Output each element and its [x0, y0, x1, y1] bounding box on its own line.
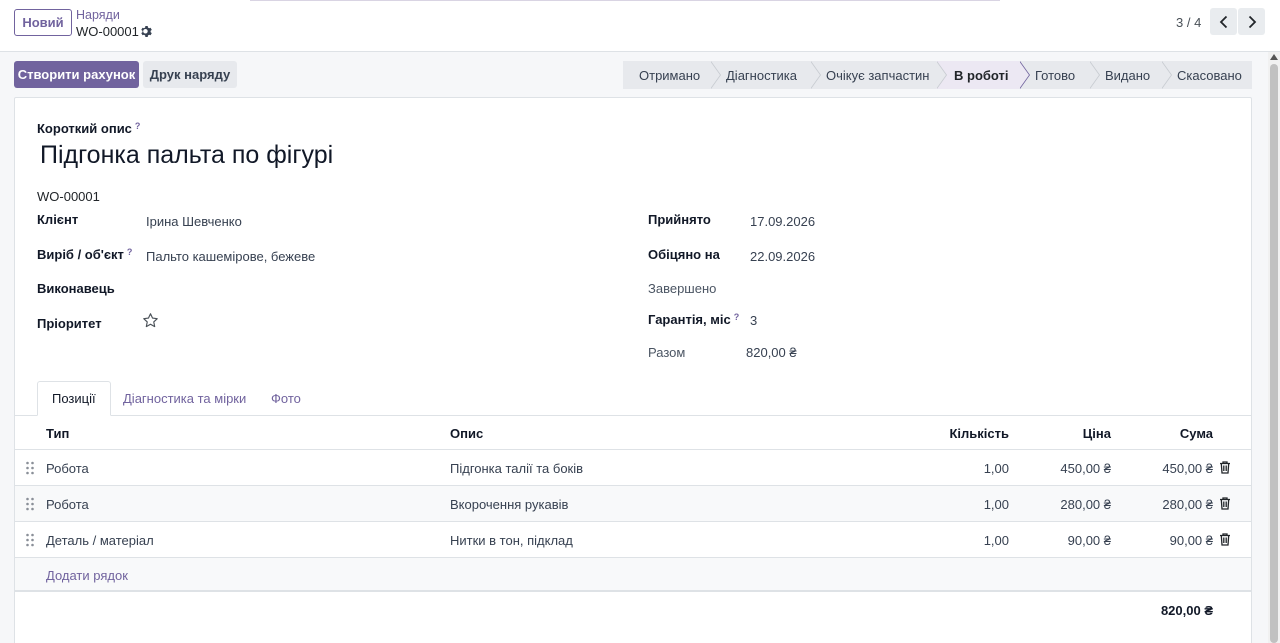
- trash-icon[interactable]: [1219, 461, 1231, 474]
- chevron-right-icon: [1248, 15, 1256, 28]
- cell-price[interactable]: 280,00 ₴: [1015, 497, 1111, 512]
- notebook-tabs: Позиції Діагностика та мірки Фото: [15, 381, 1251, 416]
- drag-handle-icon[interactable]: [25, 461, 35, 475]
- trash-icon[interactable]: [1219, 533, 1231, 546]
- warranty-field[interactable]: 3: [750, 313, 757, 328]
- completed-label: Завершено: [648, 281, 717, 296]
- order-reference: WO-00001: [37, 189, 100, 204]
- page-title[interactable]: Підгонка пальта по фігурі: [40, 141, 333, 170]
- cell-sum: 90,00 ₴: [1169, 533, 1213, 548]
- table-row[interactable]: Робота Підгонка талії та боків 1,00 450,…: [15, 450, 1251, 486]
- promised-label: Обіцяно на: [648, 247, 720, 262]
- promised-date-field[interactable]: 22.09.2026: [750, 249, 815, 264]
- cell-type[interactable]: Деталь / матеріал: [46, 533, 154, 548]
- scroll-up-icon[interactable]: [1270, 54, 1278, 60]
- item-field[interactable]: Пальто кашемірове, бежеве: [146, 249, 315, 264]
- stage-in-progress[interactable]: В роботі: [936, 61, 1030, 89]
- stage-label: Діагностика: [726, 67, 797, 83]
- client-label: Клієнт: [37, 212, 79, 227]
- cell-quantity[interactable]: 1,00: [915, 533, 1009, 548]
- loading-line: [250, 0, 1000, 1]
- column-quantity[interactable]: Кількість: [915, 426, 1009, 441]
- table-row[interactable]: Деталь / матеріал Нитки в тон, підклад 1…: [15, 522, 1251, 558]
- short-description-label: Короткий опис?: [37, 121, 141, 136]
- star-icon[interactable]: [142, 312, 159, 329]
- gear-icon[interactable]: [140, 25, 153, 38]
- create-invoice-button[interactable]: Створити рахунок: [14, 61, 139, 88]
- cell-description[interactable]: Підгонка талії та боків: [450, 461, 583, 476]
- table-row[interactable]: Робота Вкорочення рукавів 1,00 280,00 ₴ …: [15, 486, 1251, 522]
- stage-cancelled[interactable]: Скасовано: [1161, 61, 1252, 89]
- cell-type[interactable]: Робота: [46, 461, 89, 476]
- total-value: 820,00 ₴: [746, 345, 797, 360]
- add-line-link[interactable]: Додати рядок: [46, 568, 128, 583]
- tab-photos[interactable]: Фото: [271, 381, 301, 416]
- stage-label: Отримано: [639, 67, 701, 83]
- pager-value[interactable]: 3 / 4: [1176, 15, 1201, 30]
- cell-sum: 450,00 ₴: [1162, 461, 1213, 476]
- cell-description[interactable]: Нитки в тон, підклад: [450, 533, 573, 548]
- grand-total: 820,00 ₴: [1160, 603, 1213, 618]
- drag-handle-icon[interactable]: [25, 497, 35, 511]
- control-panel: Новий Наряди WO-00001 3 / 4: [0, 0, 1280, 52]
- stage-label: Скасовано: [1177, 67, 1242, 83]
- cell-quantity[interactable]: 1,00: [915, 461, 1009, 476]
- cell-price[interactable]: 90,00 ₴: [1015, 533, 1111, 548]
- status-bar: Отримано Діагностика Очікує запчастин В …: [623, 61, 1252, 89]
- breadcrumb-parent[interactable]: Наряди: [76, 8, 120, 22]
- pager-next-button[interactable]: [1238, 8, 1265, 35]
- total-label: Разом: [648, 345, 686, 360]
- accepted-label: Прийнято: [648, 212, 711, 227]
- column-type[interactable]: Тип: [46, 426, 69, 441]
- new-button[interactable]: Новий: [14, 9, 72, 36]
- stage-label: Очікує запчастин: [826, 67, 930, 83]
- cell-sum: 280,00 ₴: [1162, 497, 1213, 512]
- executor-label: Виконавець: [37, 281, 115, 296]
- cell-price[interactable]: 450,00 ₴: [1015, 461, 1111, 476]
- pager-previous-button[interactable]: [1210, 8, 1237, 35]
- cell-quantity[interactable]: 1,00: [915, 497, 1009, 512]
- stage-diagnostics[interactable]: Діагностика: [710, 61, 821, 89]
- help-tooltip-icon[interactable]: ?: [127, 247, 133, 257]
- stage-received[interactable]: Отримано: [623, 61, 721, 89]
- item-label: Виріб / об'єкт?: [37, 247, 133, 262]
- warranty-label: Гарантія, міс?: [648, 312, 740, 327]
- add-line-row: Додати рядок: [15, 558, 1251, 592]
- column-sum[interactable]: Сума: [1115, 426, 1213, 441]
- tab-diagnostics[interactable]: Діагностика та мірки: [123, 381, 246, 416]
- drag-handle-icon[interactable]: [25, 533, 35, 547]
- print-order-button[interactable]: Друк наряду: [143, 61, 237, 88]
- form-sheet: Короткий опис? Підгонка пальта по фігурі…: [14, 97, 1252, 643]
- cell-type[interactable]: Робота: [46, 497, 89, 512]
- accepted-date-field[interactable]: 17.09.2026: [750, 214, 815, 229]
- scrollbar[interactable]: [1268, 52, 1280, 643]
- trash-icon[interactable]: [1219, 497, 1231, 510]
- table-header: Тип Опис Кількість Ціна Сума: [15, 416, 1251, 450]
- client-field[interactable]: Ірина Шевченко: [146, 214, 242, 229]
- stage-waiting-parts[interactable]: Очікує запчастин: [810, 61, 947, 89]
- column-price[interactable]: Ціна: [1015, 426, 1111, 441]
- tab-positions[interactable]: Позиції: [37, 381, 111, 416]
- help-tooltip-icon[interactable]: ?: [135, 121, 141, 131]
- column-description[interactable]: Опис: [450, 426, 483, 441]
- help-tooltip-icon[interactable]: ?: [734, 312, 740, 322]
- chevron-left-icon: [1219, 15, 1227, 28]
- executor-field[interactable]: [146, 278, 396, 298]
- scrollbar-thumb[interactable]: [1270, 64, 1278, 643]
- cell-description[interactable]: Вкорочення рукавів: [450, 497, 568, 512]
- priority-label: Пріоритет: [37, 316, 102, 331]
- breadcrumb-current: WO-00001: [76, 24, 139, 39]
